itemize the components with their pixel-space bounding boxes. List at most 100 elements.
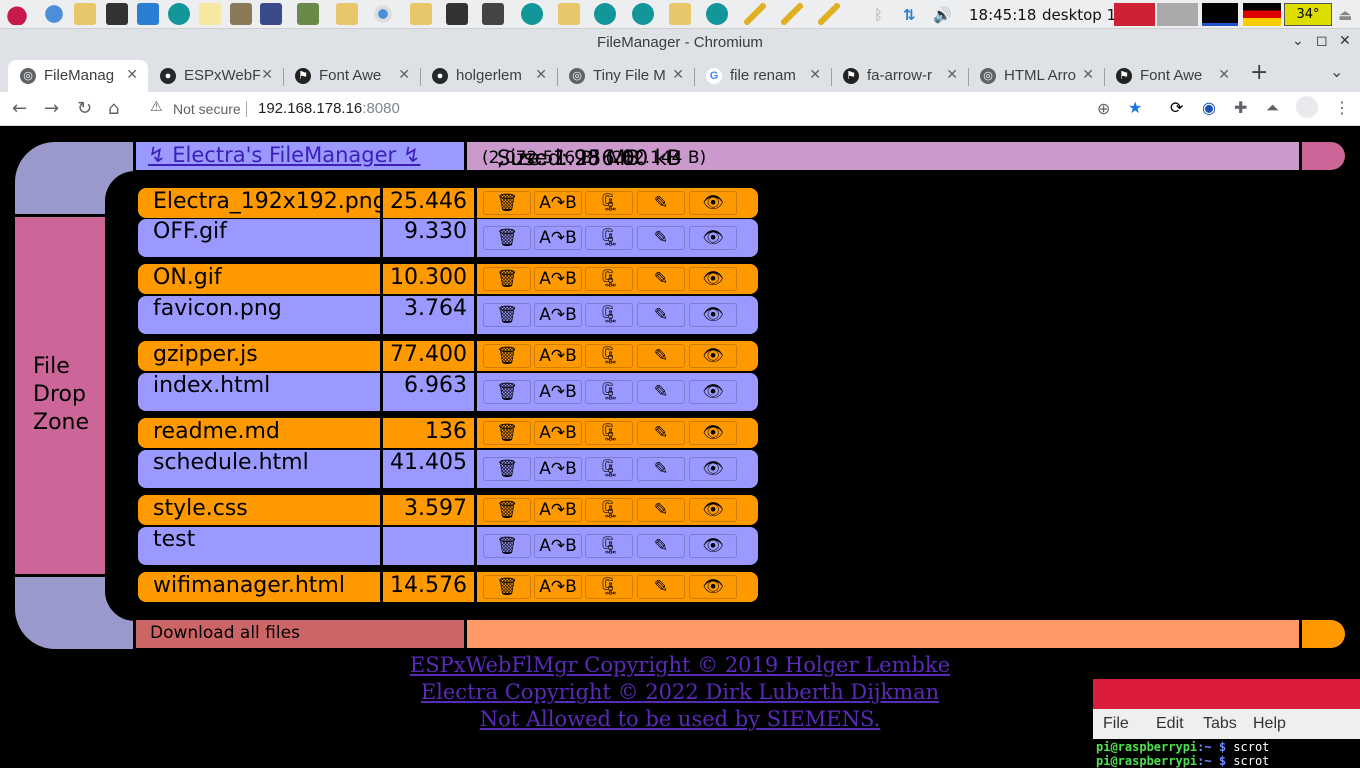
file-name[interactable]: style.css [153, 496, 248, 521]
extensions-puzzle-icon[interactable]: ✚ [1234, 98, 1247, 117]
edit-button[interactable]: ✎ [637, 534, 685, 558]
zip-button[interactable]: 🗜 [585, 380, 633, 404]
delete-button[interactable]: 🗑 [483, 191, 531, 215]
sync-extension-icon[interactable]: ⟳ [1170, 98, 1183, 117]
file-name-cell[interactable]: schedule.html [138, 450, 380, 488]
eject-icon[interactable]: ⏏ [1338, 6, 1352, 24]
app-launcher-icon[interactable] [199, 3, 221, 25]
close-tab-icon[interactable]: ✕ [946, 66, 958, 83]
edit-button[interactable]: ✎ [637, 303, 685, 327]
rename-button[interactable]: A↷B [534, 267, 582, 291]
reload-icon[interactable]: ↻ [77, 98, 92, 119]
view-button[interactable]: 👁 [689, 226, 737, 250]
rename-button[interactable]: A↷B [534, 191, 582, 215]
rename-button[interactable]: A↷B [534, 380, 582, 404]
close-tab-icon[interactable]: ✕ [398, 66, 410, 83]
zip-button[interactable]: 🗜 [585, 191, 633, 215]
file-name[interactable]: schedule.html [153, 450, 309, 475]
terminal-menu-help[interactable]: Help [1253, 715, 1286, 733]
folder-icon[interactable] [336, 3, 358, 25]
file-name-cell[interactable]: wifimanager.html [138, 572, 380, 602]
delete-button[interactable]: 🗑 [483, 575, 531, 599]
minimize-button[interactable]: ⌄ [1292, 33, 1304, 49]
edit-button[interactable]: ✎ [637, 226, 685, 250]
warning-icon[interactable]: ⚠ [150, 99, 163, 115]
file-name[interactable]: gzipper.js [153, 342, 258, 367]
tab-tiny-file-manager[interactable]: ◎ Tiny File M ✕ [557, 60, 695, 92]
rename-button[interactable]: A↷B [534, 457, 582, 481]
file-name-cell[interactable]: readme.md [138, 418, 380, 448]
file-name-cell[interactable]: gzipper.js [138, 341, 380, 371]
zip-button[interactable]: 🗜 [585, 344, 633, 368]
desktop-thumb-1[interactable] [1114, 3, 1155, 26]
rename-button[interactable]: A↷B [534, 303, 582, 327]
view-button[interactable]: 👁 [689, 421, 737, 445]
tab-espxwebflmgr[interactable]: ● ESPxWebFl ✕ [148, 60, 284, 92]
file-name[interactable]: Electra_192x192.png [153, 189, 387, 214]
terminal-titlebar[interactable] [1093, 679, 1360, 709]
maximize-button[interactable]: ◻ [1316, 33, 1328, 49]
url-text[interactable]: 192.168.178.16:8080 [258, 100, 400, 117]
credit-link-espxwebflmgr[interactable]: ESPxWebFlMgr Copyright © 2019 Holger Lem… [0, 652, 1360, 679]
view-button[interactable]: 👁 [689, 534, 737, 558]
extension-icon[interactable]: ◉ [1202, 98, 1216, 117]
file-name[interactable]: index.html [153, 373, 270, 398]
rename-button[interactable]: A↷B [534, 534, 582, 558]
tab-font-awesome-2[interactable]: ⚑ Font Awe ✕ [1104, 60, 1240, 92]
desktop-switcher[interactable]: desktop 1 [1042, 6, 1116, 24]
clock[interactable]: 18:45:18 [969, 6, 1036, 24]
tab-filemanager[interactable]: ◎ FileManag ✕ [8, 60, 148, 92]
edit-button[interactable]: ✎ [637, 344, 685, 368]
close-tab-icon[interactable]: ✕ [261, 66, 273, 83]
zip-button[interactable]: 🗜 [585, 421, 633, 445]
vnc-viewer-icon[interactable] [137, 3, 159, 25]
view-button[interactable]: 👁 [689, 457, 737, 481]
raspberry-menu-icon[interactable] [6, 3, 28, 25]
arduino-icon[interactable] [706, 3, 728, 25]
desktop-thumb-2[interactable] [1157, 3, 1198, 26]
close-tab-icon[interactable]: ✕ [1082, 66, 1094, 83]
file-name-cell[interactable]: index.html [138, 373, 380, 411]
terminal-icon[interactable] [446, 3, 468, 25]
zip-button[interactable]: 🗜 [585, 498, 633, 522]
delete-button[interactable]: 🗑 [483, 267, 531, 291]
view-button[interactable]: 👁 [689, 267, 737, 291]
file-manager-icon[interactable] [74, 3, 96, 25]
file-name-cell[interactable]: Electra_192x192.png [138, 188, 387, 218]
chromium-icon[interactable] [372, 3, 394, 25]
terminal-window[interactable]: File Edit Tabs Help pi@raspberrypi:~ $ s… [1093, 679, 1360, 768]
rename-button[interactable]: A↷B [534, 344, 582, 368]
edit-button[interactable]: ✎ [637, 421, 685, 445]
tab-fa-arrow[interactable]: ⚑ fa-arrow-r ✕ [831, 60, 969, 92]
arduino-icon[interactable] [521, 3, 543, 25]
folder-icon[interactable] [410, 3, 432, 25]
monitor-icon[interactable] [482, 3, 504, 25]
web-browser-icon[interactable] [43, 3, 65, 25]
rename-button[interactable]: A↷B [534, 421, 582, 445]
tab-holgerlembke[interactable]: ● holgerlem ✕ [420, 60, 558, 92]
volume-icon[interactable]: 🔊 [933, 6, 952, 24]
zip-button[interactable]: 🗜 [585, 303, 633, 327]
file-name-cell[interactable]: favicon.png [138, 296, 380, 334]
file-name-cell[interactable]: test [138, 527, 380, 565]
terminal-menu-edit[interactable]: Edit [1156, 715, 1184, 733]
security-label[interactable]: Not secure [173, 101, 241, 117]
terminal-icon[interactable] [106, 3, 128, 25]
view-button[interactable]: 👁 [689, 303, 737, 327]
close-tab-icon[interactable]: ✕ [809, 66, 821, 83]
gimp-icon[interactable] [230, 3, 252, 25]
file-name[interactable]: test [153, 527, 195, 552]
delete-button[interactable]: 🗑 [483, 344, 531, 368]
delete-button[interactable]: 🗑 [483, 421, 531, 445]
screenshot-tool-icon[interactable] [260, 3, 282, 25]
profile-avatar-icon[interactable] [1296, 96, 1318, 118]
tab-file-rename[interactable]: G file renam ✕ [694, 60, 832, 92]
delete-button[interactable]: 🗑 [483, 380, 531, 404]
text-editor-icon[interactable] [781, 3, 803, 25]
terminal-menu-file[interactable]: File [1103, 715, 1129, 733]
arduino-icon[interactable] [168, 3, 190, 25]
close-tab-icon[interactable]: ✕ [1218, 66, 1230, 83]
zip-button[interactable]: 🗜 [585, 457, 633, 481]
close-tab-icon[interactable]: ✕ [535, 66, 547, 83]
file-name-cell[interactable]: style.css [138, 495, 380, 525]
